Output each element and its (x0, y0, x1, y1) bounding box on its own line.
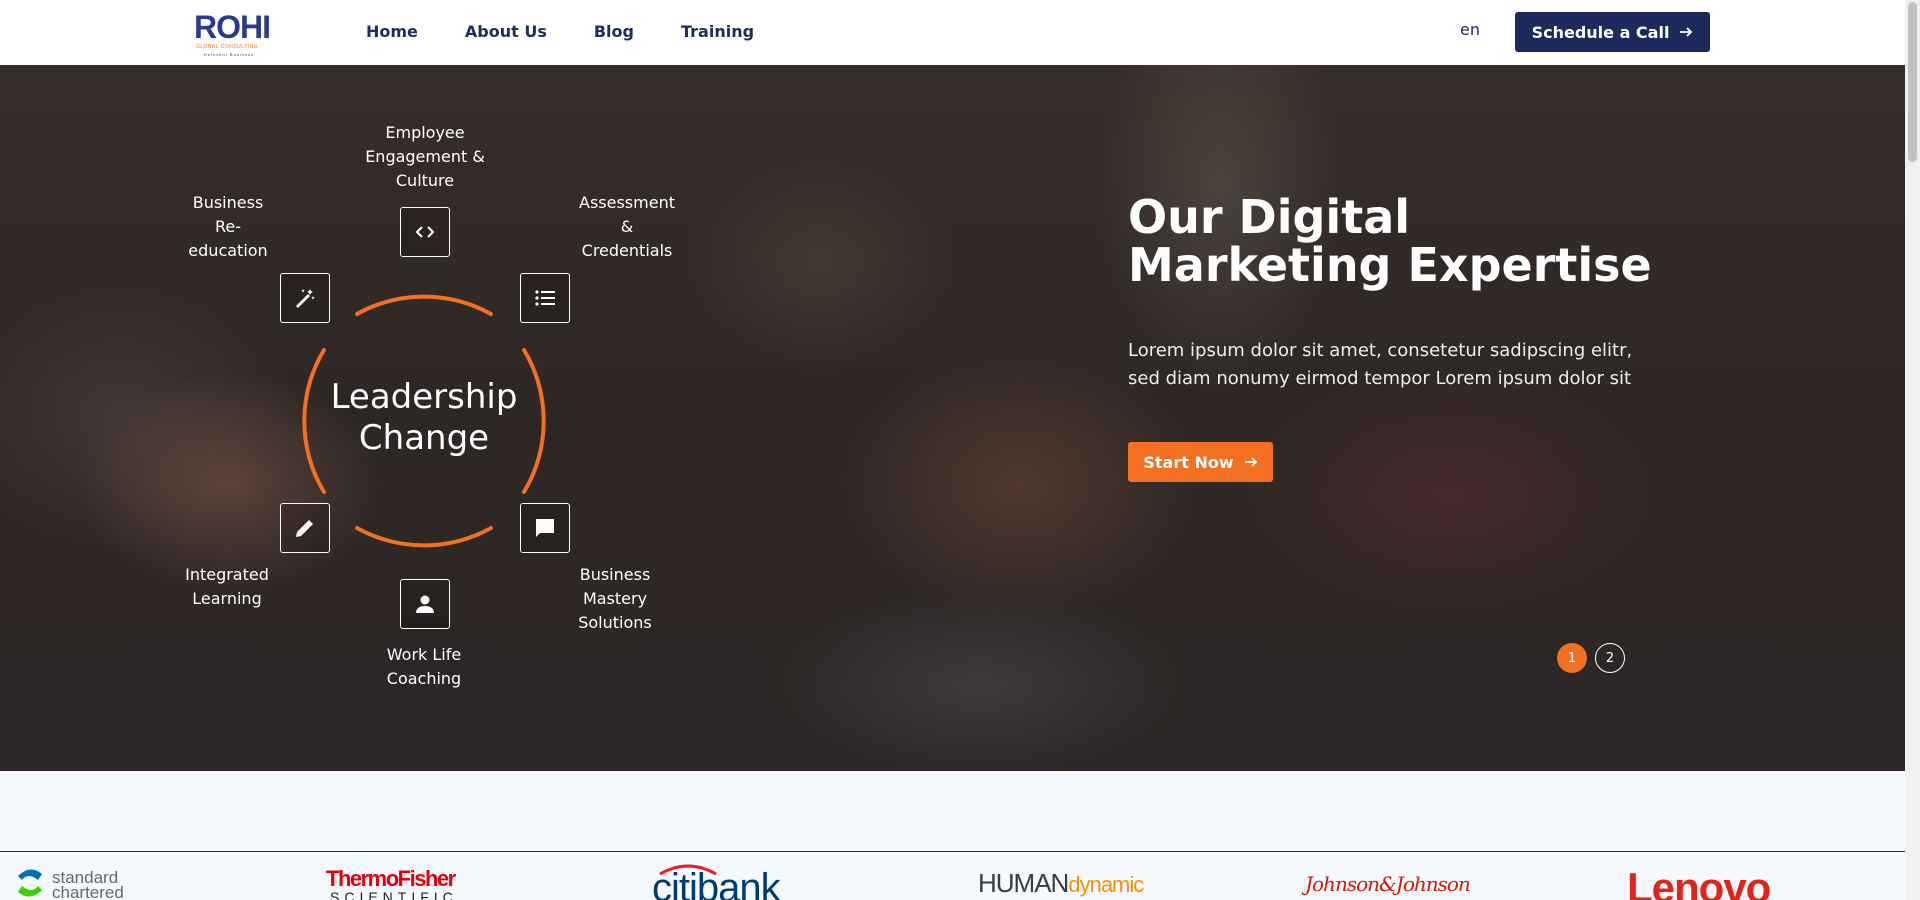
hero-title-line-2: Marketing Expertise (1128, 238, 1652, 292)
hero-description: Lorem ipsum dolor sit amet, consetetur s… (1128, 337, 1688, 393)
ring-center-line-2: Change (358, 418, 490, 458)
logo-wordmark: ROHI (194, 9, 271, 45)
schedule-call-label: Schedule a Call (1531, 22, 1670, 42)
user-icon (416, 595, 434, 613)
logo-tagline: Reinvent Business (204, 52, 255, 57)
slide-dot-2[interactable]: 2 (1595, 643, 1625, 673)
node-label-assessment: Assessment & Credentials (579, 193, 675, 260)
standard-chartered-line-2: chartered (52, 883, 124, 900)
node-label-business-mastery: Business Mastery Solutions (578, 565, 652, 632)
arrow-right-icon (1244, 457, 1257, 467)
start-now-label: Start Now (1143, 452, 1234, 472)
node-work-life[interactable] (400, 579, 450, 629)
logo-citibank: citibank (652, 862, 781, 900)
list-icon (535, 290, 555, 306)
logo-lenovo: Lenovo (1627, 864, 1771, 900)
nav-blog[interactable]: Blog (594, 22, 634, 41)
site-header: ROHI GLOBAL CONSULTING Reinvent Business… (0, 0, 1905, 65)
node-label-business-reeducation: Business Re-education (188, 193, 268, 260)
nav-about-us[interactable]: About Us (465, 22, 547, 41)
page-scrollbar[interactable] (1905, 0, 1920, 900)
node-label-employee-engagement: Employee Engagement & Culture (365, 123, 485, 190)
citi-arc-icon (659, 864, 717, 876)
chat-bubble-icon (536, 519, 554, 537)
human-dynamic-part-1: HUMAN (978, 868, 1069, 898)
slide-dot-1[interactable]: 1 (1557, 643, 1587, 673)
hero-slider: Leadership Change Employee Engagement & … (0, 65, 1905, 771)
node-label-integrated-learning: Integrated Learning (185, 565, 269, 608)
nav-home[interactable]: Home (366, 22, 418, 41)
hero-title-line-1: Our Digital (1128, 190, 1410, 244)
main-nav: Home About Us Blog Training (366, 0, 801, 62)
thermo-fisher-line-1: ThermoFisher (326, 866, 456, 891)
hero-description-line-1: Lorem ipsum dolor sit amet, consetetur s… (1128, 340, 1633, 361)
logo-subtitle: GLOBAL CONSULTING (196, 44, 259, 50)
hero-title: Our Digital Marketing Expertise (1128, 193, 1688, 289)
arrow-right-icon (1680, 27, 1693, 37)
logo-human-dynamic: HUMANdynamic (978, 868, 1144, 899)
schedule-call-button[interactable]: Schedule a Call (1515, 12, 1710, 52)
code-brackets-icon (415, 226, 435, 238)
pencil-icon (296, 520, 313, 537)
thermo-fisher-line-2: SCIENTIFIC (330, 889, 458, 900)
language-selector[interactable]: en (1460, 20, 1480, 39)
ring-center-title: Leadership Change (284, 377, 564, 459)
johnson-johnson-wordmark: Johnson&Johnson (1305, 872, 1471, 896)
nav-training[interactable]: Training (681, 22, 754, 41)
logo-thermo-fisher: ThermoFisher SCIENTIFIC (326, 868, 458, 900)
node-label-work-life: Work Life Coaching (386, 645, 462, 688)
human-dynamic-part-2: dynamic (1068, 872, 1144, 897)
hero-description-line-2: sed diam nonumy eirmod tempor Lorem ipsu… (1128, 368, 1632, 389)
lenovo-wordmark: Lenovo (1627, 864, 1771, 900)
start-now-button[interactable]: Start Now (1128, 442, 1273, 482)
node-assessment[interactable] (520, 273, 570, 323)
standard-chartered-mark-icon (18, 869, 42, 897)
node-integrated-learning[interactable] (280, 503, 330, 553)
node-business-reeducation[interactable] (280, 273, 330, 323)
scrollbar-thumb[interactable] (1908, 2, 1917, 162)
magic-wand-icon (296, 289, 315, 308)
rohi-logo[interactable]: ROHI GLOBAL CONSULTING Reinvent Business (194, 10, 278, 58)
logos-divider (0, 851, 1905, 852)
node-employee-engagement[interactable] (400, 207, 450, 257)
node-business-mastery[interactable] (520, 503, 570, 553)
ring-center-line-1: Leadership (330, 377, 518, 417)
logo-johnson-johnson: Johnson&Johnson (1305, 872, 1471, 896)
